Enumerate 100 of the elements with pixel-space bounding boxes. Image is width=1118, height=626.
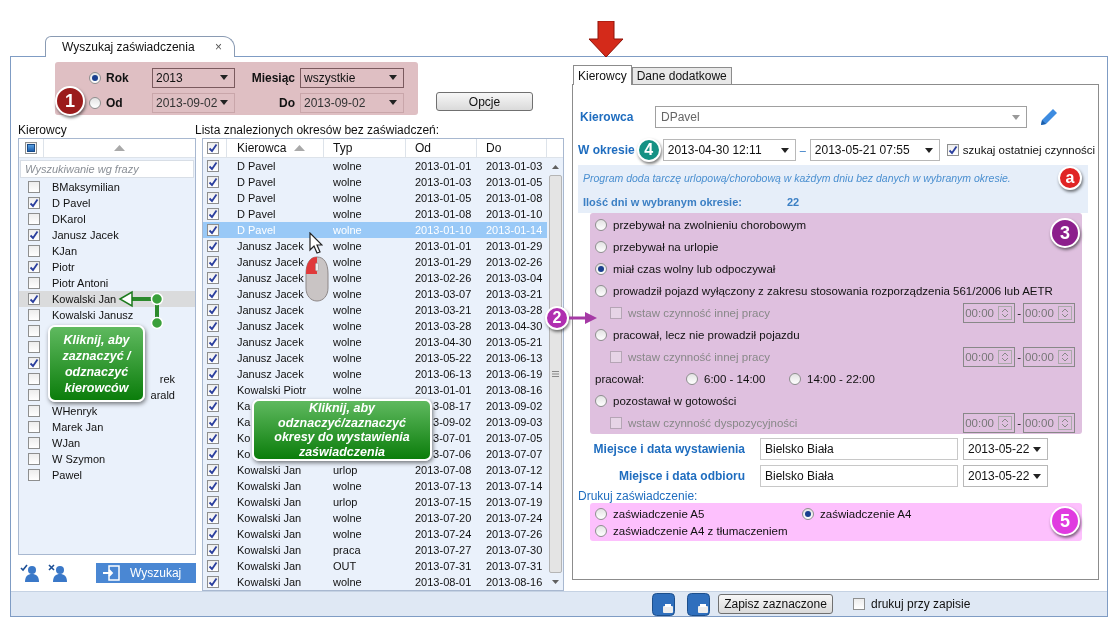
driver-name: Pawel	[52, 469, 83, 481]
table-cell: 2013-07-07	[486, 448, 543, 460]
table-cell: wolne	[333, 512, 362, 524]
driver-name: DKarol	[52, 213, 87, 225]
radio-label: miał czas wolny lub odpoczywał	[613, 263, 776, 275]
table-cell: Janusz Jacek	[237, 320, 304, 332]
driver-name: Piotr Antoni	[52, 277, 110, 289]
radio-label: 6:00 - 14:00	[704, 373, 766, 385]
driver-name: WJan	[52, 437, 82, 449]
table-cell: wolne	[333, 304, 362, 316]
driver-name: WHenryk	[52, 405, 99, 417]
table-cell: 2013-07-19	[486, 496, 543, 508]
checkbox-label: wstaw czynność innej pracy	[628, 307, 770, 319]
table-cell: 2013-07-15	[415, 496, 472, 508]
table-cell: 3-07-01	[433, 432, 471, 444]
driver-name: D Pavel	[52, 197, 92, 209]
table-cell: 2013-01-14	[486, 224, 543, 236]
table-cell: 2013-08-16	[486, 384, 543, 396]
table-cell: D Pavel	[237, 176, 276, 188]
radio-label: przebywał na zwolnieniu chorobowym	[613, 219, 807, 231]
table-cell: 2013-03-28	[415, 320, 472, 332]
table-cell: 2013-03-28	[486, 304, 543, 316]
hint-tooltip: Kliknij, aby zaznaczyć / odznaczyć kierowców	[48, 325, 145, 402]
checkbox-label: szukaj ostatniej czynności	[962, 144, 1096, 156]
table-cell: 2013-01-29	[486, 240, 543, 252]
table-cell: 2013-03-21	[486, 288, 543, 300]
table-cell: Janusz Jacek	[237, 368, 304, 380]
section-label: Lista znalezionych okresów bez zaświadczeń:	[195, 122, 440, 137]
table-cell: Janusz Jacek	[237, 288, 304, 300]
table-cell: wolne	[333, 272, 362, 284]
table-cell: 2013-07-24	[486, 512, 543, 524]
table-cell: Kowalski Jan	[237, 560, 302, 572]
table-cell: wolne	[333, 224, 362, 236]
table-cell: Kowalski Piotr	[237, 384, 307, 396]
table-cell: 2013-01-08	[486, 192, 543, 204]
table-cell: 3-08-17	[433, 400, 471, 412]
table-cell: wolne	[333, 288, 362, 300]
table-cell: wolne	[333, 176, 362, 188]
table-cell: wolne	[333, 480, 362, 492]
radio-label: Od	[106, 95, 123, 110]
table-cell: wolne	[333, 352, 362, 364]
table-cell: wolne	[333, 240, 362, 252]
radio-label: pracował, lecz nie prowadził pojazdu	[613, 329, 800, 341]
driver-name: BMaksymilian	[52, 181, 121, 193]
table-cell: Ko	[237, 432, 251, 444]
table-cell: D Pavel	[237, 208, 276, 220]
table-cell: Janusz Jacek	[237, 336, 304, 348]
days-value: 22	[787, 196, 800, 208]
table-cell: 2013-01-10	[486, 208, 543, 220]
table-cell: urlop	[333, 496, 358, 508]
field-label: Kierowca	[579, 110, 635, 124]
table-cell: urlop	[333, 464, 358, 476]
table-cell: 2013-01-01	[415, 384, 472, 396]
table-cell: wolne	[333, 208, 362, 220]
field-label: Do	[278, 95, 296, 110]
table-cell: 2013-01-08	[415, 208, 472, 220]
tab-title: Wyszukaj zaświadczenia	[62, 40, 195, 54]
table-cell: Kowalski Jan	[237, 576, 302, 588]
table-cell: 2013-04-30	[415, 336, 472, 348]
table-cell: 2013-01-10	[415, 224, 472, 236]
time-separator: -	[1017, 351, 1021, 363]
table-cell: 2013-07-12	[486, 464, 543, 476]
radio-label: pozostawał w gotowości	[613, 395, 737, 407]
table-cell: 2013-01-05	[415, 192, 472, 204]
table-cell: 2013-07-14	[486, 480, 543, 492]
checkbox-label: wstaw czynność dyspozycyjności	[628, 417, 798, 429]
driver-name: Piotr	[52, 261, 76, 273]
table-cell: 2013-01-03	[415, 176, 472, 188]
table-cell: wolne	[333, 192, 362, 204]
section-label: Kierowcy	[17, 122, 68, 137]
table-cell: 2013-05-22	[415, 352, 472, 364]
driver-name: W Szymon	[52, 453, 107, 465]
driver-name: Kowalski Janusz	[52, 309, 135, 321]
table-cell: 2013-01-01	[415, 240, 472, 252]
info-text: Program doda tarczę urlopową/chorobową w każdym dniu bez danych w wybranym okresie.	[583, 172, 1011, 184]
table-cell: Kowalski Jan	[237, 464, 302, 476]
section-label: Drukuj zaświadczenie:	[578, 489, 698, 503]
time-separator: -	[1017, 307, 1021, 319]
table-cell: Kowalski Jan	[237, 512, 302, 524]
step-badge: 4	[636, 138, 661, 162]
radio-label: Rok	[106, 70, 129, 85]
table-cell: wolne	[333, 368, 362, 380]
table-cell: D Pavel	[237, 224, 276, 236]
field-label: pracował:	[595, 373, 646, 385]
table-cell: 2013-03-07	[415, 288, 472, 300]
table-cell: Janusz Jacek	[237, 304, 304, 316]
radio-label: 14:00 - 22:00	[807, 373, 875, 385]
table-cell: Janusz Jacek	[237, 240, 304, 252]
table-cell: 2013-01-03	[486, 160, 543, 172]
table-cell: wolne	[333, 384, 362, 396]
table-cell: wolne	[333, 336, 362, 348]
field-label: Miesiąc	[250, 70, 296, 85]
table-cell: D Pavel	[237, 192, 276, 204]
table-cell: Kowalski Jan	[237, 480, 302, 492]
table-cell: wolne	[333, 320, 362, 332]
table-cell: Ka	[237, 416, 251, 428]
driver-name: KJan	[52, 245, 79, 257]
driver-name: arald	[149, 389, 175, 401]
table-cell: praca	[333, 544, 361, 556]
table-cell: 2013-03-04	[486, 272, 543, 284]
